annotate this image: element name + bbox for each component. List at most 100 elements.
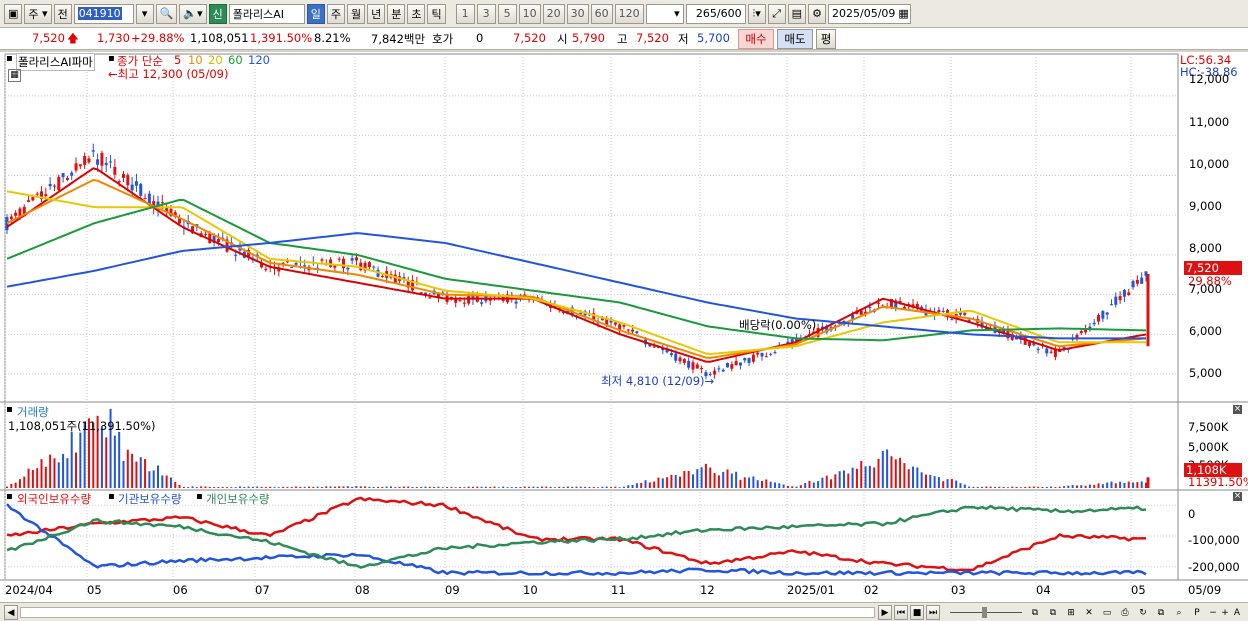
print-icon[interactable]: ⎙ (1118, 605, 1132, 620)
search-icon[interactable]: ⌕ (1172, 605, 1186, 620)
volume-handle-icon[interactable]: ▪ (6, 404, 13, 415)
sound-icon[interactable]: 🔈▾ (179, 3, 207, 24)
volume-bar (968, 486, 971, 488)
volume-bar (1041, 486, 1044, 488)
candle-body (113, 166, 117, 175)
period-year[interactable]: 년 (367, 3, 386, 24)
volume-bar (10, 483, 13, 488)
period-minute[interactable]: 분 (387, 3, 406, 24)
volume-bar (851, 467, 854, 488)
volume-bar (791, 486, 794, 488)
volume-bar (23, 476, 26, 488)
period-second[interactable]: 초 (407, 3, 426, 24)
buy-button[interactable]: 매수 (738, 29, 774, 49)
volume-bar (161, 475, 164, 488)
legend-handle-icon: ▪ (108, 53, 115, 64)
volume-bar (886, 449, 889, 488)
volume-bar (756, 480, 759, 488)
range-button[interactable]: 전 (53, 3, 72, 24)
count-input[interactable]: 265/600 (685, 3, 746, 24)
volume-bar (937, 477, 940, 488)
stock-code-input[interactable]: 041910 (73, 3, 134, 24)
volume-bar (842, 470, 845, 488)
chart-canvas[interactable] (0, 52, 1248, 602)
holdings-close-icon[interactable]: × (1233, 492, 1242, 501)
candle-body (941, 310, 945, 312)
zoom-in-icon[interactable]: P (1190, 605, 1204, 620)
candle-type-icon[interactable]: ⫶▾ (747, 3, 766, 24)
candle-body (1079, 331, 1083, 334)
date-input[interactable]: 2025/05/09 ▦ (828, 3, 912, 24)
high-marker-text: 최고 12,300 (05/09) (117, 67, 229, 81)
zoom-slider-thumb[interactable] (982, 607, 987, 618)
minute-120[interactable]: 120 (614, 3, 644, 24)
last-page-icon[interactable]: ⏭ (926, 605, 940, 620)
volume-bar (273, 487, 276, 488)
volume-bar (683, 470, 686, 488)
period-month[interactable]: 월 (346, 3, 366, 24)
volume-close-icon[interactable]: × (1233, 405, 1242, 414)
scroll-track[interactable] (20, 607, 875, 618)
indicator-icon[interactable]: ⊞ (1064, 605, 1078, 620)
volume-bar (558, 486, 561, 488)
volume-bar (346, 486, 349, 488)
volume-bar (454, 487, 457, 488)
copy-icon[interactable]: ⧉ (1028, 605, 1042, 620)
sell-button[interactable]: 매도 (777, 29, 813, 49)
minute-10[interactable]: 10 (518, 3, 541, 24)
volume-bar (36, 468, 39, 488)
volume-bar (722, 471, 725, 488)
volume-bar (873, 467, 876, 488)
stop-icon[interactable]: ■ (910, 605, 924, 620)
stock-title: 폴라리스AI파마 (16, 53, 95, 71)
volume-bar (640, 483, 643, 488)
save-icon[interactable]: ▤ (787, 3, 807, 24)
code-dropdown-button[interactable]: ▾ (135, 3, 154, 24)
market-select[interactable]: 주 ▾ (24, 3, 52, 24)
scroll-left-icon[interactable]: ◀ (4, 605, 18, 620)
layout-icon[interactable]: ▭ (1100, 605, 1114, 620)
volume-tick-5000k: 5,000K (1188, 440, 1229, 454)
volume-bar (868, 465, 871, 488)
candle-body (143, 197, 147, 199)
minute-60[interactable]: 60 (590, 3, 613, 24)
period-tick[interactable]: 틱 (427, 3, 446, 24)
panel-handle-icon[interactable]: ▪ (6, 53, 13, 64)
candle-body (915, 303, 919, 308)
first-page-icon[interactable]: ⏮ (894, 605, 908, 620)
crosshair-icon[interactable]: ✕ (1082, 605, 1096, 620)
chart-scrollbar[interactable]: ◀ ▶ ⏮ ■ ⏭ ⧉ ⧉ ⊞ ✕ ▭ ⎙ ↻ ⧉ ⌕ P − + A (0, 602, 1248, 621)
volume-bar (782, 484, 785, 488)
refresh-icon[interactable]: ↻ (1136, 605, 1150, 620)
gear-icon[interactable]: ⚙ (808, 3, 827, 24)
stock-name[interactable]: 폴라리스AI (228, 3, 305, 24)
scroll-right-icon[interactable]: ▶ (878, 605, 892, 620)
chart-area[interactable]: ▪ 폴라리스AI파마 ▪ 종가 단순 5 10 20 60 120 ▦ ←최고 … (0, 52, 1248, 602)
draw-tool-icon[interactable]: ⤢ (767, 3, 786, 24)
volume-bar (165, 475, 168, 488)
volume-bar (877, 458, 880, 488)
export-icon[interactable]: ⧉ (1154, 605, 1168, 620)
grid-toggle-icon[interactable]: ▦ (8, 69, 21, 82)
minute-1[interactable]: 1 (455, 3, 475, 24)
window-menu-button[interactable]: ▣ (4, 3, 23, 24)
volume-bar (1080, 485, 1083, 488)
minute-30[interactable]: 30 (566, 3, 589, 24)
period-week[interactable]: 주 (326, 3, 345, 24)
volume-bar (308, 486, 311, 488)
volume-bar (75, 452, 78, 488)
holdings-handle-icon[interactable]: ▪ (6, 491, 13, 502)
avg-button[interactable]: 평 (816, 29, 836, 49)
custom-period-dropdown[interactable]: ▾ (645, 3, 684, 24)
minute-20[interactable]: 20 (542, 3, 565, 24)
candle-body (27, 200, 31, 202)
compare-icon[interactable]: ⧉ (1046, 605, 1060, 620)
font-size-icon[interactable]: A (1230, 605, 1244, 620)
minute-3[interactable]: 3 (476, 3, 496, 24)
minute-5[interactable]: 5 (497, 3, 517, 24)
candle-body (877, 302, 881, 304)
search-icon[interactable]: 🔍 (155, 3, 178, 24)
period-day[interactable]: 일 (306, 3, 325, 24)
calendar-icon[interactable]: ▦ (898, 7, 908, 20)
volume-bar (881, 450, 884, 488)
